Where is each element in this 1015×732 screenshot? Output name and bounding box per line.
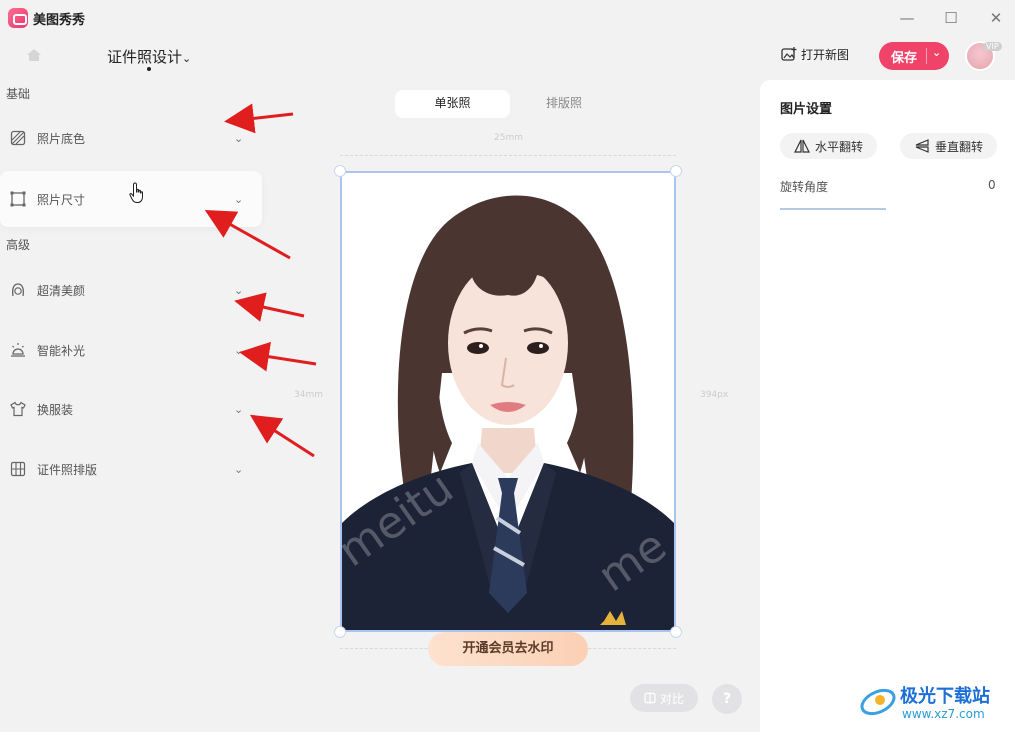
help-button[interactable]: ? (712, 684, 742, 714)
left-item-light-fill[interactable]: 智能补光 ⌄ (0, 322, 262, 378)
add-image-icon (781, 47, 797, 61)
chevron-down-icon: ⌄ (234, 402, 244, 416)
left-item-change-clothes[interactable]: 换服装 ⌄ (0, 381, 262, 437)
left-item-label: 照片尺寸 (37, 192, 86, 207)
compare-button[interactable]: 对比 (630, 684, 698, 712)
site-logo-icon (860, 688, 896, 716)
maximize-button[interactable]: ☐ (941, 8, 961, 28)
chevron-down-icon: ⌄ (182, 52, 192, 65)
tab-single-photo[interactable]: 单张照 (395, 90, 510, 118)
arrow-change-clothes (249, 414, 315, 458)
minimize-button[interactable]: — (897, 8, 917, 28)
tab-layout-photo[interactable]: 排版照 (520, 90, 608, 118)
hand-cursor-icon (129, 182, 143, 203)
chevron-down-icon: ⌄ (234, 192, 244, 206)
left-item-beauty[interactable]: 超清美颜 ⌄ (0, 262, 262, 318)
open-new-image-button[interactable]: 打开新图 (781, 46, 849, 63)
flip-vertical-icon (915, 139, 929, 153)
flip-vertical-button[interactable]: 垂直翻转 (900, 133, 998, 159)
title-indicator-dot (147, 67, 151, 71)
resize-handle-bottom-left[interactable] (334, 626, 346, 638)
chevron-down-icon[interactable]: ⌄ (932, 46, 941, 59)
rotation-slider[interactable] (780, 208, 886, 210)
portrait-photo: meitu me (342, 173, 674, 630)
section-basic-label: 基础 (6, 87, 31, 101)
left-item-label: 证件照排版 (37, 462, 98, 477)
rotation-value[interactable]: 0 (988, 178, 996, 192)
id-photo[interactable]: meitu me (340, 171, 676, 632)
vip-badge: VIP (983, 42, 1002, 51)
crop-size-icon (10, 191, 26, 207)
title-bar: 美图秀秀 — ☐ ✕ (0, 0, 1015, 34)
panel-title: 图片设置 (780, 102, 833, 117)
flip-horizontal-button[interactable]: 水平翻转 (780, 133, 878, 159)
save-separator (926, 48, 927, 64)
resize-handle-top-right[interactable] (670, 165, 682, 177)
section-advanced-label: 高级 (6, 238, 31, 252)
dimension-pixel-label: 394px (700, 390, 729, 400)
left-item-label: 超清美颜 (37, 283, 86, 298)
dimension-height-label: 34mm (294, 390, 323, 400)
chevron-down-icon: ⌄ (234, 283, 244, 297)
left-item-label: 换服装 (37, 402, 74, 417)
page-title[interactable]: 证件照设计⌄ (107, 46, 191, 67)
rotation-label: 旋转角度 (780, 180, 829, 194)
site-title: 极光下载站 (900, 686, 990, 707)
chevron-down-icon: ⌄ (234, 343, 244, 357)
flip-horizontal-icon (794, 139, 810, 153)
resize-handle-bottom-right[interactable] (670, 626, 682, 638)
background-color-icon (10, 130, 26, 146)
chevron-down-icon: ⌄ (234, 131, 244, 145)
dimension-top-guide (340, 155, 676, 163)
resize-handle-top-left[interactable] (334, 165, 346, 177)
image-settings-panel: 图片设置 水平翻转 垂直翻转 旋转角度 0 (760, 80, 1015, 732)
left-item-label: 照片底色 (37, 131, 86, 146)
view-tabs: 单张照 排版照 (395, 90, 635, 118)
left-item-label: 智能补光 (37, 343, 86, 358)
app-logo-icon (8, 8, 28, 28)
beauty-face-icon (12, 283, 24, 297)
tshirt-icon (10, 401, 26, 417)
site-url: www.xz7.com (902, 707, 985, 721)
compare-icon (644, 692, 656, 704)
close-button[interactable]: ✕ (986, 8, 1006, 28)
left-item-layout[interactable]: 证件照排版 ⌄ (0, 441, 262, 497)
remove-watermark-button[interactable]: 开通会员去水印 (428, 632, 588, 666)
light-fill-icon (11, 343, 25, 357)
grid-layout-icon (10, 461, 26, 477)
chevron-down-icon: ⌄ (234, 462, 244, 476)
home-icon[interactable] (26, 48, 42, 62)
app-name: 美图秀秀 (33, 13, 86, 28)
save-button[interactable]: 保存 ⌄ (879, 42, 949, 70)
dimension-width-label: 25mm (494, 133, 523, 143)
left-item-background-color[interactable]: 照片底色 ⌄ (0, 110, 262, 166)
